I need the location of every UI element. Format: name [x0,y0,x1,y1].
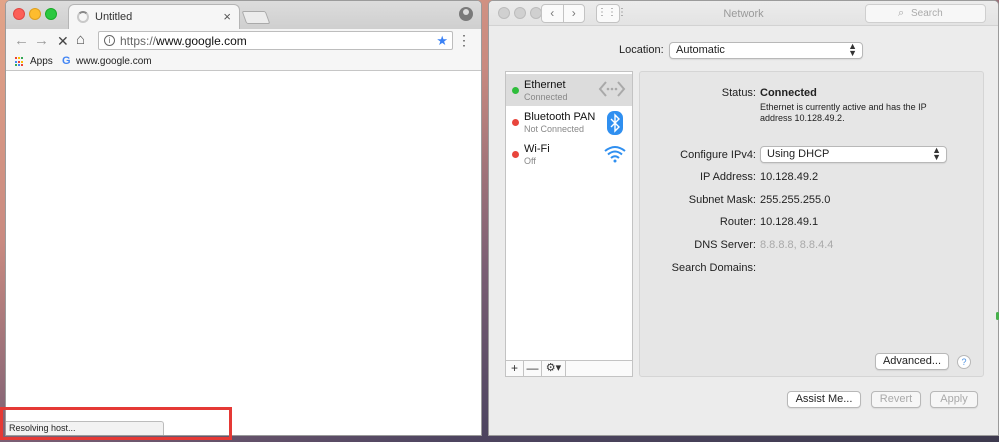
browser-tab[interactable]: Untitled × [68,4,240,29]
location-value: Automatic [676,44,725,56]
service-status: Not Connected [524,124,585,134]
help-icon[interactable]: ? [957,355,971,369]
location-label: Location: [619,44,664,56]
status-dot [512,87,519,94]
service-list-toolbar: + — ⚙▾ [505,360,633,377]
forward-icon[interactable]: → [34,32,49,49]
browser-titlebar: Untitled × [6,1,481,29]
service-name: Ethernet [524,79,566,91]
add-service-button[interactable]: + [506,361,524,376]
search-domains-label: Search Domains: [671,262,756,274]
ip-address-label: IP Address: [699,171,756,183]
gear-icon[interactable]: ⚙▾ [542,361,566,376]
close-window-button[interactable] [13,8,25,20]
remove-service-button[interactable]: — [524,361,542,376]
wifi-icon [604,146,626,163]
stop-icon[interactable]: ✕ [57,33,69,50]
new-tab-button[interactable] [241,11,271,24]
chevron-updown-icon: ▲ ▼ [932,145,941,162]
url-text[interactable]: https://www.google.com [120,34,247,48]
service-status: Connected [524,92,568,102]
tab-title: Untitled [95,11,133,23]
service-list: Ethernet Connected Bluetooth PAN Not Con… [505,71,633,361]
address-bar[interactable]: i https://www.google.com ★ [98,31,453,50]
assist-me-button[interactable]: Assist Me... [787,391,861,408]
back-icon[interactable]: ← [14,32,29,49]
apply-button[interactable]: Apply [930,391,978,408]
router-label: Router: [719,216,756,228]
status-value: Connected [760,87,817,99]
star-icon[interactable]: ★ [436,33,448,49]
menu-icon[interactable]: ⋮ [457,32,471,49]
ip-address-value: 10.128.49.2 [760,171,819,183]
configure-ipv4-label: Configure IPv4: [680,149,756,161]
subnet-mask-label: Subnet Mask: [688,194,756,206]
configure-ipv4-value: Using DHCP [767,148,830,160]
search-icon: ⌕ [898,7,905,19]
minimize-window-button[interactable] [29,8,41,20]
router-value: 10.128.49.1 [760,216,819,228]
bluetooth-icon [607,111,623,135]
subnet-mask-value: 255.255.255.0 [760,194,831,206]
service-status: Off [524,156,536,166]
browser-window: Untitled × ← → ✕ ⌂ i https://www.google.… [5,0,482,436]
service-item-bluetooth-pan[interactable]: Bluetooth PAN Not Connected [506,106,632,138]
ethernet-icon [598,81,626,97]
revert-button[interactable]: Revert [871,391,921,408]
service-name: Wi-Fi [524,143,550,155]
advanced-button[interactable]: Advanced... [875,353,949,370]
service-name: Bluetooth PAN [524,111,596,123]
google-bookmark[interactable]: www.google.com [76,56,152,67]
home-icon[interactable]: ⌂ [76,31,85,48]
info-icon[interactable]: i [104,35,115,46]
apps-bookmark[interactable]: Apps [30,56,53,67]
google-icon: G [62,55,71,67]
status-label: Status: [721,87,756,99]
status-description: Ethernet is currently active and has the… [760,102,927,123]
location-select[interactable]: Automatic ▲ ▼ [669,42,863,59]
service-item-ethernet[interactable]: Ethernet Connected [506,74,632,106]
apps-icon[interactable] [15,57,25,67]
highlight-annotation [0,407,232,440]
configure-ipv4-select[interactable]: Using DHCP ▲ ▼ [760,146,947,163]
browser-toolbar: ← → ✕ ⌂ i https://www.google.com ★ ⋮ [6,29,481,53]
detail-pane: Status: Connected Ethernet is currently … [639,71,984,377]
dns-server-label: DNS Server: [694,239,756,251]
bookmarks-bar: Apps G www.google.com [6,53,481,71]
zoom-window-button[interactable] [45,8,57,20]
close-tab-icon[interactable]: × [223,9,231,24]
status-dot [512,119,519,126]
dns-server-value: 8.8.8.8, 8.8.4.4 [760,239,834,251]
network-preferences-window: ‹ › ⋮⋮⋮ Network ⌕ Search Location: Autom… [488,0,999,436]
service-item-wifi[interactable]: Wi-Fi Off [506,138,632,170]
profile-icon[interactable] [459,7,473,21]
status-dot [512,151,519,158]
search-placeholder: Search [911,8,943,19]
search-field[interactable]: ⌕ Search [865,4,986,23]
chevron-updown-icon: ▲ ▼ [848,41,857,58]
spinner-icon [77,11,89,23]
prefs-titlebar: ‹ › ⋮⋮⋮ Network ⌕ Search [489,1,998,26]
